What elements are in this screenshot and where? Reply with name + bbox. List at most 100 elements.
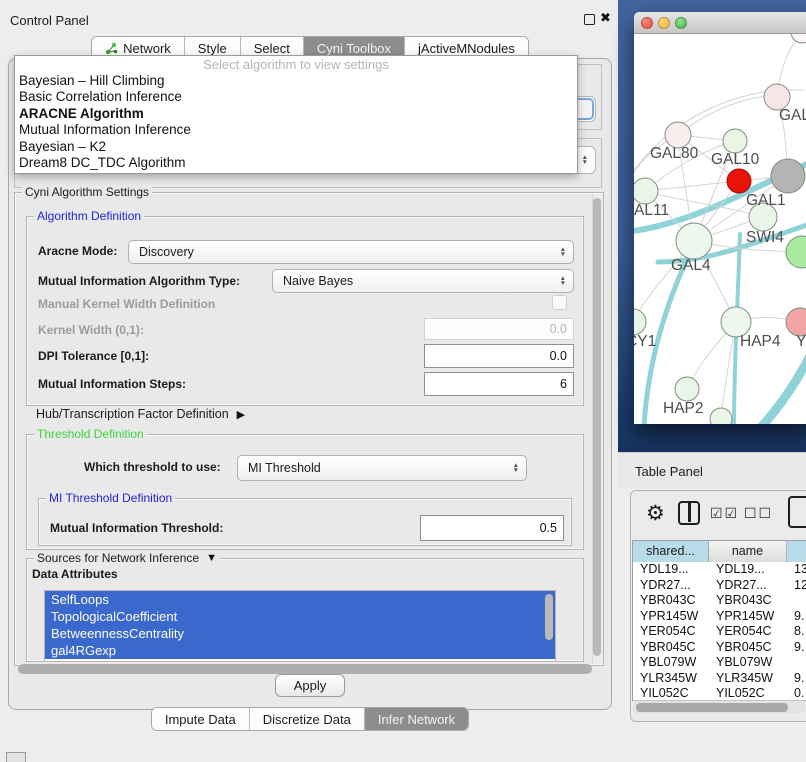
table-row[interactable]: YER054CYER054C8.: [633, 624, 806, 640]
column-header-name[interactable]: name: [709, 541, 787, 562]
node-label-gal80: GAL80: [650, 145, 699, 162]
threshold-definition-title: Threshold Definition: [34, 427, 147, 441]
table-cell: YDR27...: [709, 578, 787, 594]
columns-icon[interactable]: [678, 501, 700, 525]
table-cell: 8.: [787, 624, 806, 640]
column-header-shared-[interactable]: shared...: [633, 541, 709, 562]
minimize-traffic-icon[interactable]: [658, 17, 670, 29]
network-edge-highlighted[interactable]: [762, 348, 806, 424]
attribute-item-selfloops[interactable]: SelfLoops: [45, 591, 555, 608]
tab-infer-network-label: Infer Network: [378, 712, 455, 727]
table-row[interactable]: YBR045CYBR045C9.: [633, 640, 806, 656]
algorithm-option-mutual-information-inference[interactable]: Mutual Information Inference: [15, 122, 577, 138]
network-node-y[interactable]: [786, 308, 806, 336]
table-cell: YIL052C: [709, 686, 787, 701]
mi-threshold-group-title: MI Threshold Definition: [46, 491, 175, 505]
table-panel-header: Table Panel: [618, 452, 806, 488]
node-table[interactable]: shared...name YDL19...YDL19...13YDR27...…: [632, 540, 806, 701]
settings-scrollbar-thumb[interactable]: [593, 198, 601, 656]
network-node-gal1[interactable]: [727, 169, 751, 193]
minimized-panel-icon[interactable]: [6, 752, 26, 762]
sources-group-title-row[interactable]: Sources for Network Inference ▼: [34, 551, 220, 565]
table-cell: YIL052C: [633, 686, 709, 701]
gear-icon[interactable]: ⚙: [646, 501, 665, 526]
network-canvas[interactable]: GALGAL80GAL10GAL1GAL11SWI4GAL4GCY1HAP4YH…: [634, 34, 806, 424]
network-node-gal4[interactable]: [676, 223, 712, 259]
aracne-mode-label: Aracne Mode:: [38, 244, 117, 258]
network-node[interactable]: [786, 236, 806, 268]
network-edge[interactable]: [645, 181, 739, 191]
network-node-gal11[interactable]: [634, 178, 658, 204]
table-hscrollbar[interactable]: [633, 700, 805, 713]
aracne-mode-combobox[interactable]: Discovery ▲▼: [128, 240, 574, 264]
algorithm-option-dream8-dc-tdc-algorithm[interactable]: Dream8 DC_TDC Algorithm: [15, 155, 577, 171]
tab-infer-network[interactable]: Infer Network: [365, 708, 468, 730]
mi-threshold-label: Mutual Information Threshold:: [50, 521, 223, 535]
which-threshold-combobox[interactable]: MI Threshold ▲▼: [237, 455, 527, 481]
network-edge[interactable]: [678, 97, 777, 135]
attribute-item-gal4rgexp[interactable]: gal4RGexp: [45, 642, 555, 659]
table-cell: YBR043C: [709, 593, 787, 609]
table-cell: YLR345W: [633, 671, 709, 687]
zoom-traffic-icon[interactable]: [675, 17, 687, 29]
attributes-scrollbar-thumb[interactable]: [545, 594, 553, 640]
table-cell: 13: [787, 562, 806, 578]
network-node[interactable]: [771, 159, 805, 193]
mi-threshold-field[interactable]: 0.5: [420, 515, 564, 541]
mi-steps-field[interactable]: 6: [424, 372, 574, 396]
attribute-item-topologicalcoefficient[interactable]: TopologicalCoefficient: [45, 608, 555, 625]
export-table-icon[interactable]: [788, 496, 806, 528]
settings-hscrollbar-thumb[interactable]: [18, 664, 592, 674]
algorithm-definition-title: Algorithm Definition: [34, 209, 144, 223]
apply-button[interactable]: Apply: [275, 674, 346, 697]
hub-definition-expander[interactable]: Hub/Transcription Factor Definition ▶: [36, 407, 245, 421]
column-header-2[interactable]: [787, 541, 806, 562]
network-icon: [105, 42, 118, 55]
table-cell: YDR27...: [633, 578, 709, 594]
table-cell: YER054C: [633, 624, 709, 640]
tab-discretize-data-label: Discretize Data: [263, 712, 351, 727]
table-row[interactable]: YDL19...YDL19...13: [633, 562, 806, 578]
dpi-tolerance-field[interactable]: 0.0: [424, 344, 574, 368]
algorithm-option-bayesian-hill-climbing[interactable]: Bayesian – Hill Climbing: [15, 73, 577, 89]
table-row[interactable]: YIL052CYIL052C0.: [633, 686, 806, 701]
node-label-gcy1: GCY1: [634, 333, 656, 350]
tab-jactivemnodules-label: jActiveMNodules: [418, 41, 515, 56]
node-label-hap2: HAP2: [663, 400, 704, 417]
network-node-hap2[interactable]: [675, 377, 699, 401]
node-label-y: Y: [796, 333, 806, 350]
mi-type-label: Mutual Information Algorithm Type:: [38, 274, 240, 288]
table-row[interactable]: YLR345WYLR345W9.: [633, 671, 806, 687]
tab-impute-data[interactable]: Impute Data: [152, 708, 250, 730]
manual-kernel-checkbox[interactable]: [552, 295, 567, 310]
data-attributes-list[interactable]: SelfLoopsTopologicalCoefficientBetweenne…: [44, 590, 556, 662]
table-hscrollbar-thumb[interactable]: [636, 703, 788, 712]
expand-arrow-icon: ▶: [237, 408, 245, 421]
attribute-item-betweennesscentrality[interactable]: BetweennessCentrality: [45, 625, 555, 642]
tab-discretize-data[interactable]: Discretize Data: [250, 708, 365, 730]
table-row[interactable]: YDR27...YDR27...12: [633, 578, 806, 594]
network-window-titlebar[interactable]: [634, 12, 806, 34]
mi-type-combobox[interactable]: Naive Bayes ▲▼: [272, 269, 574, 293]
table-panel-title: Table Panel: [635, 464, 703, 479]
network-node[interactable]: [710, 408, 732, 424]
table-row[interactable]: YBR043CYBR043C: [633, 593, 806, 609]
network-view-window[interactable]: GALGAL80GAL10GAL1GAL11SWI4GAL4GCY1HAP4YH…: [634, 12, 806, 424]
network-node-gcy1[interactable]: [634, 309, 646, 335]
network-node[interactable]: [791, 34, 806, 43]
deselect-checkboxes-icon[interactable]: ☐☐: [744, 505, 773, 522]
table-row[interactable]: YPR145WYPR145W9.: [633, 609, 806, 625]
table-row[interactable]: YBL079WYBL079W: [633, 655, 806, 671]
algorithm-option-bayesian-k2[interactable]: Bayesian – K2: [15, 139, 577, 155]
kernel-width-field[interactable]: 0.0: [424, 318, 574, 340]
node-label-gal: GAL: [779, 107, 806, 124]
table-cell: 9.: [787, 671, 806, 687]
network-node-gal10[interactable]: [723, 129, 747, 153]
close-panel-icon[interactable]: ✖: [600, 10, 611, 26]
algorithm-option-basic-correlation-inference[interactable]: Basic Correlation Inference: [15, 89, 577, 105]
select-all-checkboxes-icon[interactable]: ☑☑: [710, 505, 739, 522]
table-header-row[interactable]: shared...name: [633, 541, 806, 562]
float-panel-icon[interactable]: [584, 14, 595, 25]
close-traffic-icon[interactable]: [641, 17, 653, 29]
algorithm-option-aracne-algorithm[interactable]: ARACNE Algorithm: [15, 106, 577, 122]
